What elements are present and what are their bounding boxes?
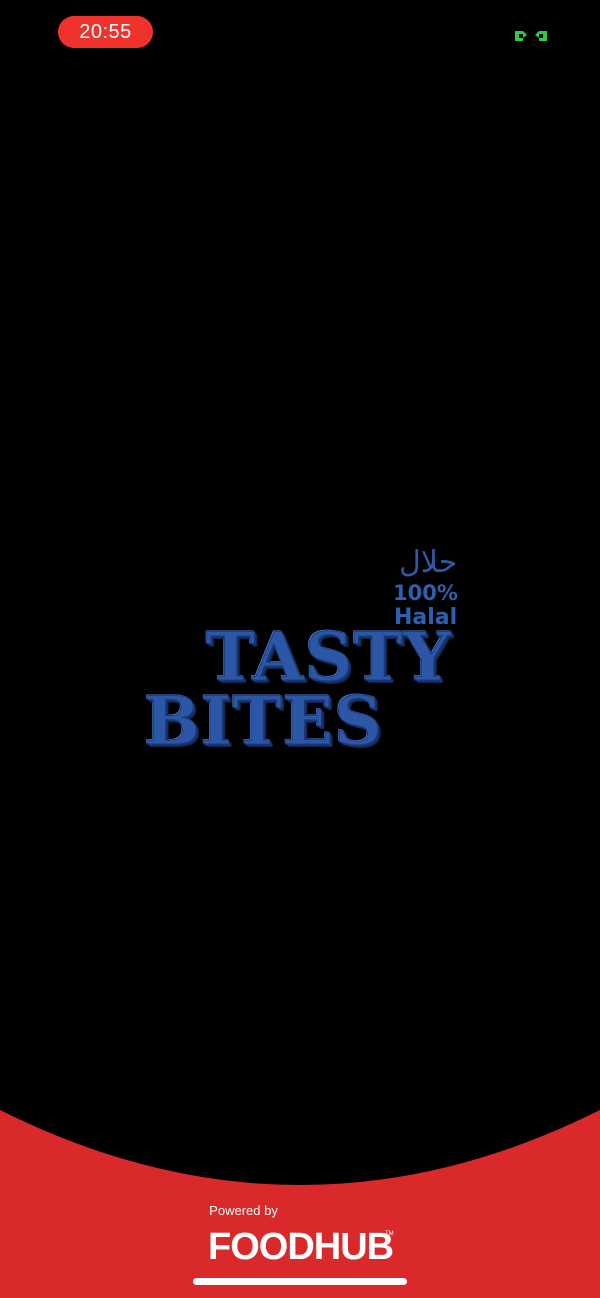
foodhub-logo: FOODHUB bbox=[208, 1226, 394, 1268]
status-time: 20:55 bbox=[58, 16, 153, 48]
powered-by-label: Powered by bbox=[209, 1203, 278, 1218]
home-indicator[interactable] bbox=[193, 1278, 407, 1285]
halal-arabic-text: حلال bbox=[399, 545, 458, 580]
trademark-symbol: TM bbox=[385, 1231, 394, 1237]
logo-word-bites: BITES bbox=[144, 682, 383, 760]
tasty-bites-logo: حلال 100% Halal TASTY BITES bbox=[140, 545, 470, 765]
splash-screen: 20:55 حلال 100% Halal TASTY BITES Powere… bbox=[0, 0, 600, 1298]
halal-percent-text: 100% bbox=[393, 581, 458, 605]
screen-mirroring-icon bbox=[515, 31, 547, 41]
